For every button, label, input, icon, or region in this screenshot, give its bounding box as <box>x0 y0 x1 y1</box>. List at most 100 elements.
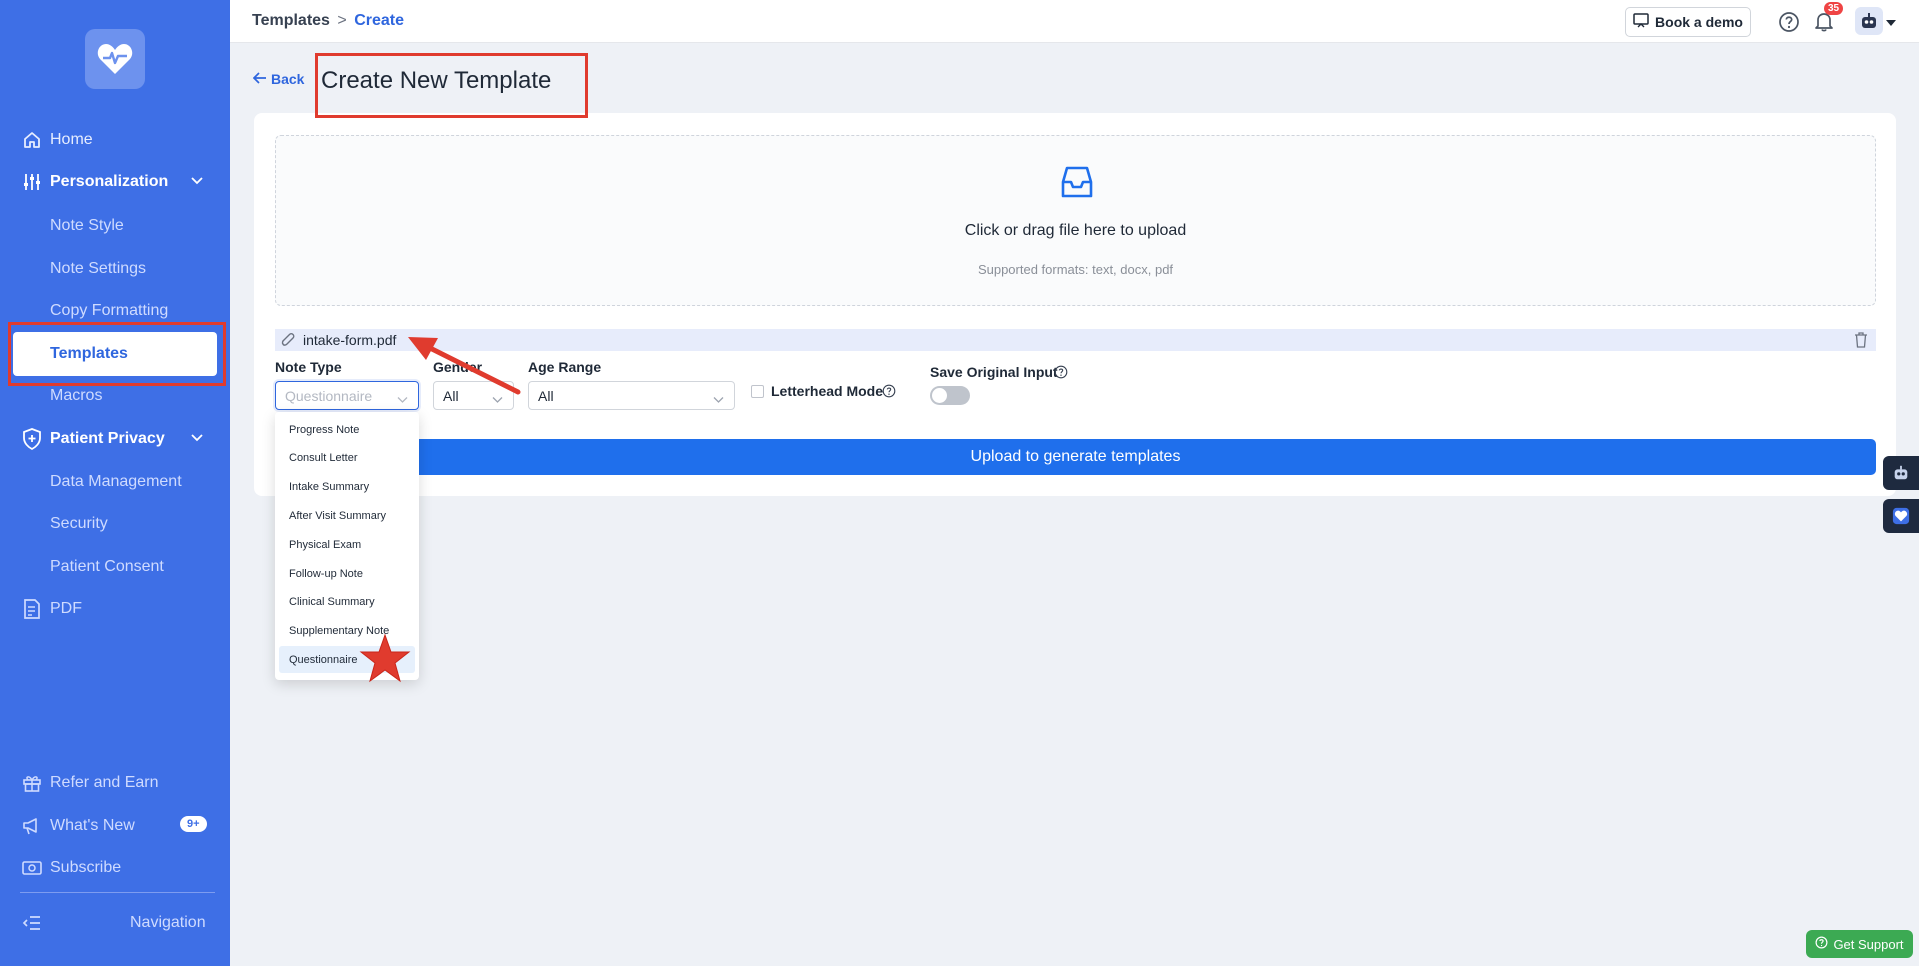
annotation-highlight-title <box>315 53 588 118</box>
presentation-icon <box>1633 13 1649 31</box>
sidebar-item-label: Refer and Earn <box>50 774 159 791</box>
sidebar-item-note-settings[interactable]: Note Settings <box>0 248 230 290</box>
dropdown-option-follow-up-note[interactable]: Follow-up Note <box>279 560 415 587</box>
sidebar-item-label: Patient Privacy <box>50 430 165 447</box>
save-original-input-label: Save Original Input <box>930 364 1058 380</box>
dropdown-option-intake-summary[interactable]: Intake Summary <box>279 473 415 500</box>
assistant-widget-button[interactable] <box>1883 456 1919 490</box>
breadcrumb-create: Create <box>354 12 405 29</box>
sidebar-divider <box>20 892 215 893</box>
heart-pulse-icon <box>97 44 133 74</box>
notification-badge: 35 <box>1824 2 1844 15</box>
sidebar-item-home[interactable]: Home <box>0 119 230 161</box>
chevron-down-icon <box>190 174 204 193</box>
sidebar-item-patient-consent[interactable]: Patient Consent <box>0 546 230 588</box>
sidebar-item-whats-new[interactable]: What's New 9+ <box>0 805 230 847</box>
sidebar-item-label: PDF <box>50 600 82 617</box>
age-range-value: All <box>538 387 554 404</box>
sidebar-item-label: Copy Formatting <box>50 302 169 319</box>
age-range-label: Age Range <box>528 359 602 375</box>
sidebar-item-label: Note Settings <box>50 260 147 277</box>
chevron-down-icon <box>190 431 204 450</box>
whats-new-badge: 9+ <box>180 816 207 832</box>
sidebar-item-label: Personalization <box>50 173 169 190</box>
arrow-left-icon <box>252 71 267 87</box>
sidebar-item-label: Home <box>50 131 93 148</box>
get-support-label: Get Support <box>1833 936 1904 952</box>
upload-generate-button[interactable]: Upload to generate templates <box>275 439 1876 475</box>
chevron-down-icon <box>713 391 724 407</box>
annotation-arrow <box>408 337 521 395</box>
money-icon <box>22 858 42 878</box>
help-icon <box>1815 936 1828 952</box>
sidebar-item-label: Patient Consent <box>50 558 164 575</box>
dropdown-option-clinical-summary[interactable]: Clinical Summary <box>279 588 415 615</box>
sidebar-item-label: Macros <box>50 387 103 404</box>
sidebar-item-label: Security <box>50 515 108 532</box>
robot-icon <box>1894 465 1908 480</box>
sidebar-item-label: Data Management <box>50 473 182 490</box>
sidebar-item-label: Navigation <box>130 914 206 931</box>
book-demo-button[interactable]: Book a demo <box>1625 7 1751 37</box>
sidebar-item-patient-privacy[interactable]: Patient Privacy <box>0 418 230 460</box>
breadcrumb-templates[interactable]: Templates <box>252 12 330 29</box>
back-link[interactable]: Back <box>252 71 305 87</box>
sidebar-item-security[interactable]: Security <box>0 503 230 545</box>
file-dropzone[interactable]: Click or drag file here to upload Suppor… <box>275 135 1876 306</box>
help-icon[interactable] <box>882 384 896 403</box>
sidebar-item-pdf[interactable]: PDF <box>0 588 230 630</box>
trash-icon[interactable] <box>1854 332 1868 353</box>
sidebar-item-label: Subscribe <box>50 859 122 876</box>
caret-down-icon[interactable] <box>1886 14 1896 32</box>
heart-plus-icon <box>1892 507 1910 525</box>
annotation-star <box>359 634 411 683</box>
get-support-button[interactable]: Get Support <box>1806 930 1913 958</box>
dropzone-formats: Supported formats: text, docx, pdf <box>977 262 1174 277</box>
breadcrumb: Templates > Create <box>252 12 404 30</box>
robot-icon <box>1862 13 1876 28</box>
document-edit-icon <box>22 599 42 619</box>
topbar: Templates > Create Book a demo 35 <box>230 0 1919 43</box>
sidebar-item-subscribe[interactable]: Subscribe <box>0 847 230 889</box>
sidebar-item-note-style[interactable]: Note Style <box>0 205 230 247</box>
toggle-knob <box>932 388 947 403</box>
save-original-input-toggle[interactable] <box>930 386 970 405</box>
dropdown-option-consult-letter[interactable]: Consult Letter <box>279 444 415 471</box>
letterhead-mode-label: Letterhead Mode <box>771 383 884 399</box>
dropzone-text: Click or drag file here to upload <box>964 222 1187 239</box>
sidebar-item-personalization[interactable]: Personalization <box>0 161 230 203</box>
collapse-menu-icon <box>22 913 42 933</box>
upload-generate-label: Upload to generate templates <box>970 448 1181 465</box>
dropdown-option-progress-note[interactable]: Progress Note <box>279 416 415 443</box>
megaphone-icon <box>22 816 42 836</box>
shield-plus-icon <box>22 428 42 450</box>
annotation-highlight-templates <box>8 322 226 386</box>
app-logo[interactable] <box>85 29 145 89</box>
breadcrumb-separator: > <box>337 12 347 29</box>
note-type-value: Questionnaire <box>285 387 373 404</box>
sidebar-item-label: Note Style <box>50 217 124 234</box>
gift-icon <box>22 773 42 793</box>
sidebar-item-refer-and-earn[interactable]: Refer and Earn <box>0 762 230 804</box>
help-icon[interactable] <box>1778 11 1800 33</box>
home-icon <box>22 130 42 150</box>
age-range-select[interactable]: All <box>528 381 735 410</box>
back-label: Back <box>271 71 305 87</box>
sidebar-item-label: What's New <box>50 817 135 834</box>
dropdown-option-after-visit-summary[interactable]: After Visit Summary <box>279 502 415 529</box>
avatar[interactable] <box>1855 7 1883 35</box>
letterhead-mode-checkbox[interactable] <box>751 385 764 398</box>
book-demo-label: Book a demo <box>1655 14 1743 30</box>
sidebar-item-data-management[interactable]: Data Management <box>0 461 230 503</box>
inbox-icon <box>1059 165 1095 204</box>
sidebar-navigation-toggle[interactable]: Navigation <box>0 902 230 944</box>
note-type-label: Note Type <box>275 359 342 375</box>
heart-widget-button[interactable] <box>1883 499 1919 533</box>
help-icon[interactable] <box>1054 365 1068 384</box>
sliders-icon <box>22 172 42 192</box>
dropdown-option-physical-exam[interactable]: Physical Exam <box>279 531 415 558</box>
note-type-select[interactable]: Questionnaire <box>275 381 419 410</box>
paperclip-icon <box>281 332 295 353</box>
file-name: intake-form.pdf <box>303 332 397 348</box>
sidebar: Home Personalization Note Style Note Set… <box>0 0 230 966</box>
